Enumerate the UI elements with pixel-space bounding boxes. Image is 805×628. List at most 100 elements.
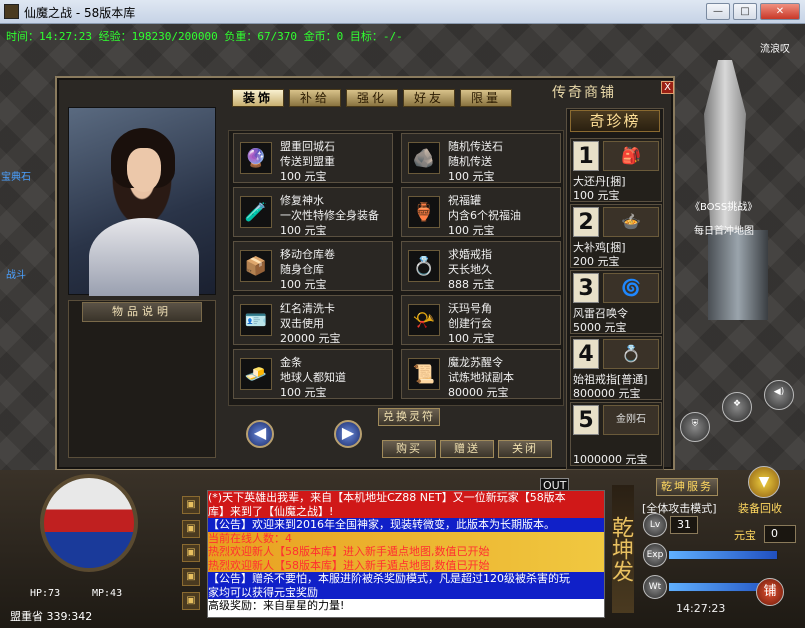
item-price: 100 元宝 xyxy=(280,170,327,183)
maximize-button[interactable]: □ xyxy=(733,3,757,20)
tab-decoration[interactable]: 装饰 xyxy=(232,89,284,107)
shop-item[interactable]: 🪨 随机传送石 随机传送 100 元宝 xyxy=(401,133,561,183)
item-desc: 随机传送 xyxy=(448,155,492,168)
chat-line: 热烈欢迎新人【58版本库】进入新手遁点地图,数值已开始 xyxy=(208,558,604,572)
tab-limited[interactable]: 限量 xyxy=(460,89,512,107)
next-page-icon[interactable]: ▶ xyxy=(334,420,362,448)
item-name: 金条 xyxy=(280,356,302,369)
npc-name-right[interactable]: 流浪叹 xyxy=(760,40,790,55)
item-name: 沃玛号角 xyxy=(448,302,492,315)
exchange-talisman-button[interactable]: 兑换灵符 xyxy=(378,408,440,426)
item-desc: 天长地久 xyxy=(448,263,492,276)
skill-round-button[interactable]: ❖ xyxy=(722,392,752,422)
item-icon: 🪪 xyxy=(240,304,272,336)
level-badge: Lv xyxy=(643,513,667,537)
item-name: 祝福罐 xyxy=(448,194,481,207)
side-icon-5[interactable]: ▣ xyxy=(182,592,200,610)
item-icon: 🪨 xyxy=(408,142,440,174)
chat-line: 热烈欢迎新人【58版本库】进入新手遁点地图,数值已开始 xyxy=(208,545,604,559)
mp-readout: MP:43 xyxy=(92,588,123,599)
rank-item-price: 200 元宝 xyxy=(573,255,620,268)
status-readout: 时间：14:27:23 经验：198230/200000 负重：67/370 金… xyxy=(6,30,403,43)
item-icon: 📜 xyxy=(408,358,440,390)
item-name: 随机传送石 xyxy=(448,140,503,153)
rank-number: 5 xyxy=(573,405,599,435)
shop-item[interactable]: 🧈 金条 地球人都知道 100 元宝 xyxy=(233,349,393,399)
item-desc: 随身仓库 xyxy=(280,263,324,276)
rank-number: 1 xyxy=(573,141,599,171)
rank-item[interactable]: 5 金刚石 1000000 元宝 xyxy=(570,402,662,466)
item-desc: 内含6个祝福油 xyxy=(448,209,521,222)
item-name: 移动仓库卷 xyxy=(280,248,335,261)
minimize-button[interactable]: — xyxy=(706,3,730,20)
item-name: 红名清洗卡 xyxy=(280,302,335,315)
shop-close-icon[interactable]: X xyxy=(661,81,674,94)
rank-number: 3 xyxy=(573,273,599,303)
qiankun-service-button[interactable]: 乾坤服务 xyxy=(656,478,718,496)
chat-line: 高级奖励：来自星星的力量! xyxy=(208,599,604,613)
shop-title: 传奇商铺 xyxy=(552,85,616,101)
item-desc: 试炼地狱副本 xyxy=(448,371,514,384)
item-grid: 🔮 盟重回城石 传送到盟重 100 元宝 🪨 随机传送石 随机传送 100 元宝… xyxy=(228,130,564,406)
item-icon: 🧪 xyxy=(240,196,272,228)
prev-page-icon[interactable]: ◀ xyxy=(246,420,274,448)
location-readout: 盟重省 339:342 xyxy=(10,610,93,623)
window-title: 仙魔之战 - 58版本库 xyxy=(24,6,136,20)
side-icon-1[interactable]: ▣ xyxy=(182,496,200,514)
equip-recycle-label[interactable]: 装备回收 xyxy=(738,500,782,516)
tab-supply[interactable]: 补给 xyxy=(289,89,341,107)
close-button[interactable]: ✕ xyxy=(760,3,800,20)
item-icon: 🔮 xyxy=(240,142,272,174)
left-npc-b[interactable]: 战斗 xyxy=(0,266,32,281)
tab-enhance[interactable]: 强化 xyxy=(346,89,398,107)
item-icon: 🧈 xyxy=(240,358,272,390)
shop-item[interactable]: 💍 求婚戒指 天长地久 888 元宝 xyxy=(401,241,561,291)
shop-item[interactable]: 📯 沃玛号角 创建行会 100 元宝 xyxy=(401,295,561,345)
shop-item[interactable]: 🪪 红名清洗卡 双击使用 20000 元宝 xyxy=(233,295,393,345)
shop-item[interactable]: 🏺 祝福罐 内含6个祝福油 100 元宝 xyxy=(401,187,561,237)
sound-round-button[interactable]: ◀) xyxy=(764,380,794,410)
shop-item[interactable]: 🧪 修复神水 一次性特修全身装备 100 元宝 xyxy=(233,187,393,237)
rank-item-icon: 🎒 xyxy=(603,141,659,171)
gift-button[interactable]: 赠送 xyxy=(440,440,494,458)
item-price: 80000 元宝 xyxy=(448,386,509,399)
item-price: 100 元宝 xyxy=(280,386,327,399)
shop-item[interactable]: 🔮 盟重回城石 传送到盟重 100 元宝 xyxy=(233,133,393,183)
chat-log[interactable]: (*)天下英雄出我辈，来自【本机地址CZ88 NET】又一位新玩家【58版本 库… xyxy=(207,490,605,618)
exp-badge: Exp xyxy=(643,543,667,567)
hp-mp-orb xyxy=(40,474,138,572)
item-name: 盟重回城石 xyxy=(280,140,335,153)
yuanbao-value: 0 xyxy=(764,525,796,543)
boss-challenge-label[interactable]: 《BOSS挑战》 xyxy=(690,198,757,213)
boss-challenge-sub[interactable]: 每日首冲地图 xyxy=(694,222,754,237)
shop-item[interactable]: 📜 魔龙苏醒令 试炼地狱副本 80000 元宝 xyxy=(401,349,561,399)
chat-line: 【公告】赠杀不要怕，本服进阶被杀奖励模式，凡是超过120级被杀害的玩 xyxy=(208,572,604,586)
rank-item[interactable]: 2 🍲 大补鸡[捆] 200 元宝 xyxy=(570,204,662,268)
clock-readout: 14:27:23 xyxy=(676,602,726,615)
map-round-button[interactable]: ⛨ xyxy=(680,412,710,442)
rank-item[interactable]: 1 🎒 大还丹[捆] 100 元宝 xyxy=(570,138,662,202)
side-icon-4[interactable]: ▣ xyxy=(182,568,200,586)
item-icon: 🏺 xyxy=(408,196,440,228)
close-shop-button[interactable]: 关闭 xyxy=(498,440,552,458)
rank-number: 4 xyxy=(573,339,599,369)
left-npc-a[interactable]: 宝典石 xyxy=(0,168,32,183)
vertical-banner: 乾坤发 xyxy=(608,485,634,613)
item-price: 100 元宝 xyxy=(280,224,327,237)
tab-friends[interactable]: 好友 xyxy=(403,89,455,107)
chat-line: 【公告】欢迎来到2016年全国神家，现装转微变，此版本为长期版本。 xyxy=(208,518,604,532)
side-icon-3[interactable]: ▣ xyxy=(182,544,200,562)
buy-button[interactable]: 购买 xyxy=(382,440,436,458)
chat-line: 当前在线人数：4 xyxy=(208,531,604,545)
chat-line: (*)天下英雄出我辈，来自【本机地址CZ88 NET】又一位新玩家【58版本 xyxy=(208,491,604,505)
rank-item[interactable]: 4 💍 始祖戒指[普通] 800000 元宝 xyxy=(570,336,662,400)
shop-round-button[interactable]: 铺 xyxy=(756,578,784,606)
equip-recycle-icon[interactable]: ▼ xyxy=(748,466,780,498)
game-window: 仙魔之战 - 58版本库 — □ ✕ 时间：14:27:23 经验：198230… xyxy=(0,0,805,628)
item-icon: 📯 xyxy=(408,304,440,336)
shop-item[interactable]: 📦 移动仓库卷 随身仓库 100 元宝 xyxy=(233,241,393,291)
rank-item[interactable]: 3 🌀 风雷召唤令 5000 元宝 xyxy=(570,270,662,334)
side-icon-2[interactable]: ▣ xyxy=(182,520,200,538)
item-name: 修复神水 xyxy=(280,194,324,207)
rank-item-price: 800000 元宝 xyxy=(573,387,641,400)
